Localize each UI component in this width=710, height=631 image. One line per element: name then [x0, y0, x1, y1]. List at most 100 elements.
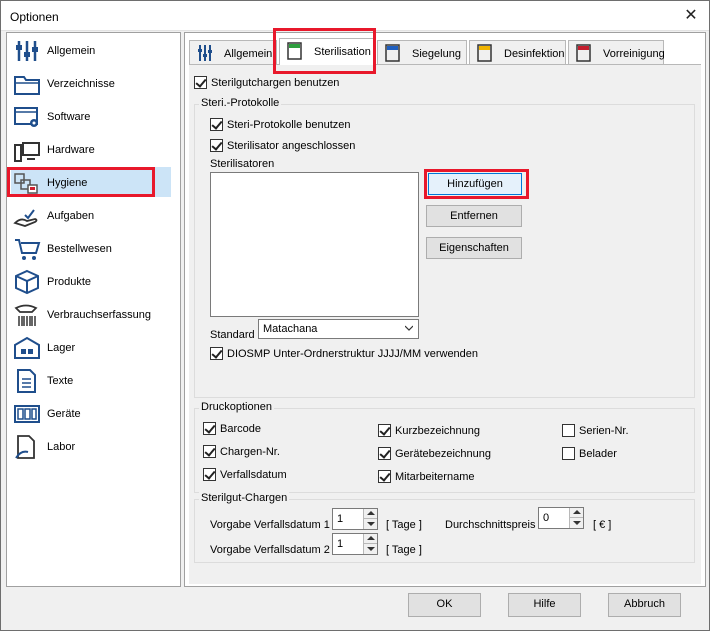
mitarbeitername-label: Mitarbeitername — [395, 471, 475, 483]
abbruch-button[interactable]: Abbruch — [608, 593, 681, 617]
vorgabe2-label: Vorgabe Verfallsdatum 2 — [210, 544, 330, 556]
angeschlossen-checkbox[interactable] — [210, 139, 223, 152]
nav-item-texte[interactable]: Texte — [11, 365, 171, 395]
durchschnittspreis-value: 0 — [543, 512, 550, 524]
vorgabe1-unit: [ Tage ] — [386, 519, 422, 531]
serien-nr-label: Serien-Nr. — [579, 425, 629, 437]
vorgabe1-label: Vorgabe Verfallsdatum 1 — [210, 519, 330, 531]
software-gear-icon — [14, 107, 38, 127]
mitarbeitername-checkbox[interactable] — [378, 470, 391, 483]
close-icon[interactable]: ✕ — [681, 6, 701, 26]
sterilgut-checkbox[interactable] — [194, 76, 207, 89]
tab-strip: Allgemein Sterilisation Siegelung Desinf… — [189, 38, 701, 65]
angeschlossen-label: Sterilisator angeschlossen — [227, 140, 356, 152]
eigenschaften-button[interactable]: Eigenschaften — [426, 237, 522, 259]
spin-down-icon[interactable] — [569, 518, 583, 528]
belader-label: Belader — [579, 448, 617, 460]
tab-label: Desinfektion — [504, 48, 565, 60]
tab-allgemein[interactable]: Allgemein — [189, 40, 277, 64]
group-title: Druckoptionen — [199, 401, 274, 413]
spin-up-icon[interactable] — [363, 534, 377, 544]
folder-icon — [14, 76, 40, 95]
nav-item-verbrauchserfassung[interactable]: Verbrauchserfassung — [11, 299, 171, 329]
spin-down-icon[interactable] — [363, 544, 377, 554]
chargen-nr-checkbox[interactable] — [203, 445, 216, 458]
nav-item-label: Texte — [47, 375, 74, 387]
vorgabe2-stepper[interactable]: 1 — [332, 533, 378, 555]
sterilisatoren-label: Sterilisatoren — [210, 158, 275, 170]
sliders-icon — [198, 45, 212, 61]
nav-item-label: Aufgaben — [47, 210, 95, 222]
warehouse-icon — [14, 336, 40, 359]
scanner-icon — [14, 304, 38, 326]
device-icon — [14, 405, 40, 423]
nav-item-label: Allgemein — [47, 45, 96, 57]
nav-item-labor[interactable]: Labor — [11, 431, 171, 461]
window-title: Optionen — [10, 10, 59, 24]
use-protokolle-label: Steri-Protokolle benutzen — [227, 119, 351, 131]
nav-item-aufgaben[interactable]: Aufgaben — [11, 200, 171, 230]
group-title: Steri.-Protokolle — [199, 97, 282, 109]
options-nav: Allgemein Verzeichnisse Software Hardwar… — [6, 32, 181, 587]
options-window: Optionen ✕ Allgemein Verzeichnisse Softw… — [0, 0, 710, 631]
tab-vorreinigung[interactable]: Vorreinigung — [568, 40, 665, 64]
lab-icon — [15, 435, 35, 459]
nav-item-label: Software — [47, 111, 91, 123]
spin-up-icon[interactable] — [363, 509, 377, 519]
sliders-icon — [16, 41, 38, 61]
nav-item-produkte[interactable]: Produkte — [11, 266, 171, 296]
tab-label: Vorreinigung — [603, 48, 665, 60]
nav-item-geraete[interactable]: Geräte — [11, 398, 171, 428]
nav-item-bestellwesen[interactable]: Bestellwesen — [11, 233, 171, 263]
durchschnittspreis-stepper[interactable]: 0 — [538, 507, 584, 529]
task-hand-icon — [13, 209, 38, 227]
cart-icon — [15, 239, 41, 260]
belader-checkbox[interactable] — [562, 447, 575, 460]
vorgabe1-stepper[interactable]: 1 — [332, 508, 378, 530]
nav-item-allgemein[interactable]: Allgemein — [11, 35, 171, 65]
kurzbezeichnung-checkbox[interactable] — [378, 424, 391, 437]
hilfe-button[interactable]: Hilfe — [508, 593, 581, 617]
sterilisation-content: Sterilgutchargen benutzen Steri.-Protoko… — [189, 64, 701, 584]
durchschnittspreis-label: Durchschnittspreis — [445, 519, 536, 531]
sterilgut-chargen-group: Sterilgut-Chargen Vorgabe Verfallsdatum … — [194, 492, 695, 563]
sterilisatoren-list[interactable] — [210, 172, 419, 317]
standard-value: Matachana — [263, 323, 318, 335]
barcode-checkbox[interactable] — [203, 422, 216, 435]
title-bar: Optionen ✕ — [1, 1, 709, 31]
box-icon — [15, 269, 39, 295]
durchschnittspreis-unit: [ € ] — [593, 519, 612, 531]
nav-item-verzeichnisse[interactable]: Verzeichnisse — [11, 68, 171, 98]
nav-item-software[interactable]: Software — [11, 101, 171, 131]
nav-item-hardware[interactable]: Hardware — [11, 134, 171, 164]
nav-item-label: Verzeichnisse — [47, 78, 115, 90]
tab-siegelung[interactable]: Siegelung — [377, 40, 467, 64]
entfernen-button[interactable]: Entfernen — [426, 205, 522, 227]
diosmp-checkbox[interactable] — [210, 347, 223, 360]
vorgabe1-value: 1 — [337, 513, 344, 525]
vorgabe2-unit: [ Tage ] — [386, 544, 422, 556]
standard-select[interactable]: Matachana — [258, 319, 419, 339]
nav-item-label: Labor — [47, 441, 76, 453]
spin-up-icon[interactable] — [569, 508, 583, 518]
standard-label: Standard — [210, 329, 255, 341]
nav-item-lager[interactable]: Lager — [11, 332, 171, 362]
serien-nr-checkbox[interactable] — [562, 424, 575, 437]
nav-item-label: Hardware — [47, 144, 95, 156]
use-protokolle-checkbox[interactable] — [210, 118, 223, 131]
geraetebezeichnung-label: Gerätebezeichnung — [395, 448, 492, 460]
geraetebezeichnung-checkbox[interactable] — [378, 447, 391, 460]
nav-highlight-box — [7, 167, 155, 197]
chargen-nr-label: Chargen-Nr. — [220, 446, 280, 458]
group-title: Sterilgut-Chargen — [199, 492, 290, 504]
vorgabe2-value: 1 — [337, 538, 344, 550]
sterilgut-label: Sterilgutchargen benutzen — [211, 77, 340, 89]
button-highlight-box — [424, 169, 529, 199]
vorreinigung-icon — [576, 44, 591, 62]
verfallsdatum-checkbox[interactable] — [203, 468, 216, 481]
spin-down-icon[interactable] — [363, 519, 377, 529]
document-icon — [17, 369, 36, 393]
tab-desinfektion[interactable]: Desinfektion — [469, 40, 566, 64]
ok-button[interactable]: OK — [408, 593, 481, 617]
nav-item-label: Bestellwesen — [47, 243, 112, 255]
